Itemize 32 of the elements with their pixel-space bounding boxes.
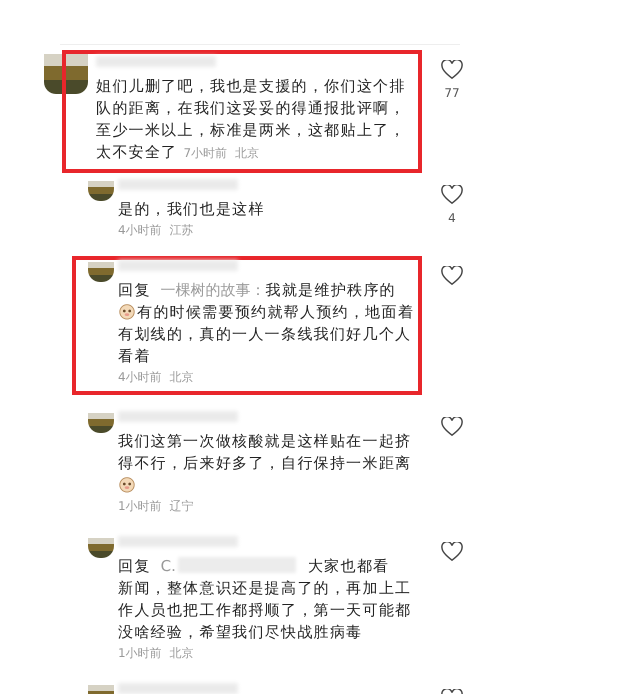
heart-icon[interactable] xyxy=(441,266,463,286)
avatar[interactable] xyxy=(88,413,114,433)
comment-meta: 1小时前 北京 xyxy=(118,645,195,662)
comment-text: 有的时候需要预约就帮人预约，地面着 xyxy=(137,303,414,321)
reply-label: 回复 xyxy=(118,281,151,299)
reply-mention[interactable]: 一棵树的故事： xyxy=(160,281,266,299)
emoji-icon xyxy=(118,302,136,320)
comment-text: 大家也都看 xyxy=(308,557,390,575)
comment-text: 太不安全了 xyxy=(96,143,178,161)
comment-text: 姐们儿删了吧，我也是支援的，你们这个排队的距离，在我们这妥妥的得通报批评啊，至少一米以上，标准是两米，这都贴上了， xyxy=(96,76,407,141)
avatar[interactable] xyxy=(88,538,114,558)
comment-text: 我们这第一次做核酸就是这样贴在一起挤得不行，后来好多了，自行保持一米距离 xyxy=(118,431,412,474)
like-count: 77 xyxy=(444,86,460,100)
comment-meta: 7小时前 北京 xyxy=(184,146,260,160)
reply-mention[interactable]: C. xyxy=(160,557,176,575)
heart-icon[interactable] xyxy=(441,417,463,437)
comment-meta: 4小时前 江苏 xyxy=(118,222,195,239)
heart-icon[interactable] xyxy=(441,60,463,80)
comment-text: 我就是维护秩序的 xyxy=(266,281,396,299)
avatar[interactable] xyxy=(88,181,114,201)
avatar[interactable] xyxy=(88,262,114,282)
heart-icon[interactable] xyxy=(441,185,463,205)
avatar[interactable] xyxy=(44,54,88,94)
like-count: 4 xyxy=(448,211,456,225)
comment-meta: 4小时前 北京 xyxy=(118,369,195,386)
comment-text: 是的，我们也是这样 xyxy=(118,199,266,220)
comment-meta: 1小时前 辽宁 xyxy=(118,498,195,515)
comment-text: 有划线的，真的一人一条线我们好几个人看着 xyxy=(118,324,412,367)
emoji-icon xyxy=(118,475,136,493)
reply-label: 回复 xyxy=(118,557,151,575)
comment-text: 新闻，整体意识还是提高了的，再加上工作人员也把工作都捋顺了，第一天可能都没啥经验，希望我们尽快战胜病毒 xyxy=(118,578,412,643)
heart-icon[interactable] xyxy=(441,542,463,562)
